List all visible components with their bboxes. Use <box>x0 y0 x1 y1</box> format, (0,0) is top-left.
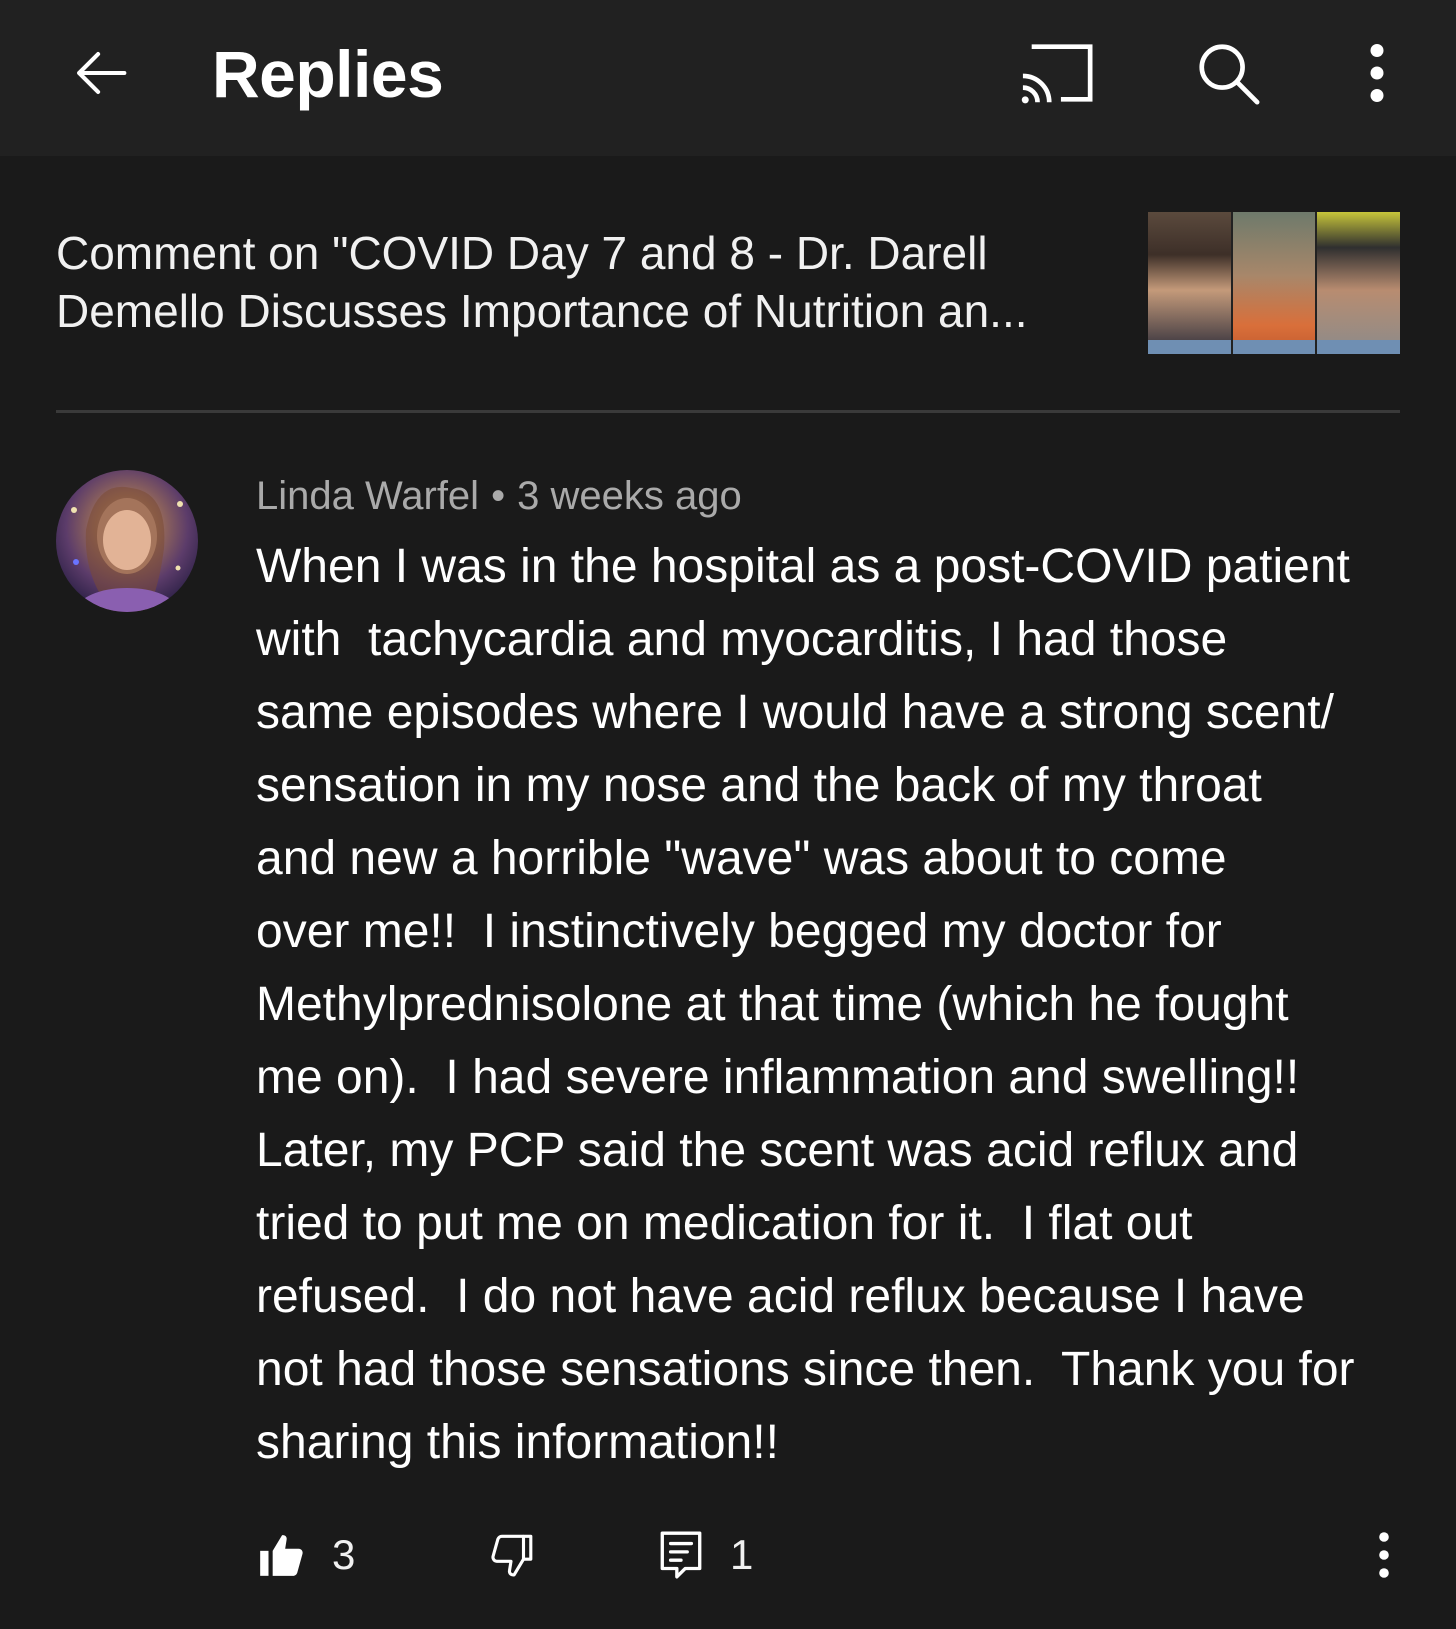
comment-line: and new a horrible "wave" was about to c… <box>256 832 1227 885</box>
thumbnail-panel <box>1317 212 1400 354</box>
comment-line: tried to put me on medication for it. I … <box>256 1197 1193 1250</box>
top-app-bar: Replies <box>0 0 1456 156</box>
video-context-title[interactable]: Comment on "COVID Day 7 and 8 - Dr. Dare… <box>56 224 1116 340</box>
comment-line: Later, my PCP said the scent was acid re… <box>256 1124 1299 1177</box>
thumb-up-icon <box>260 1535 303 1576</box>
arrow-left-icon <box>77 52 127 94</box>
thumb-down-icon <box>491 1534 533 1577</box>
search-icon <box>1199 44 1260 105</box>
avatar-image <box>71 486 183 612</box>
comment-line: not had those sensations since then. Tha… <box>256 1343 1355 1396</box>
comment-line: over me!! I instinctively begged my doct… <box>256 905 1222 958</box>
cast-icon <box>1021 44 1093 104</box>
replies-screen: Replies Comment on "COVID Day 7 and 8 - … <box>0 0 1456 1629</box>
comment-action-bar: 3 1 <box>256 1520 1416 1590</box>
reply-button[interactable] <box>656 1520 706 1590</box>
avatar[interactable] <box>56 470 198 612</box>
like-button[interactable] <box>256 1520 306 1590</box>
comment-line: me on). I had severe inflammation and sw… <box>256 1051 1300 1104</box>
thumbnail-panel <box>1232 212 1318 354</box>
search-button[interactable] <box>1180 28 1276 118</box>
dislike-button[interactable] <box>486 1520 536 1590</box>
comment-line: sensation in my nose and the back of my … <box>256 759 1262 812</box>
comment-author[interactable]: Linda Warfel <box>256 474 479 518</box>
divider <box>56 410 1400 413</box>
comment-line: sharing this information!! <box>256 1416 779 1469</box>
reply-count: 1 <box>730 1531 754 1578</box>
back-button[interactable] <box>56 28 146 118</box>
page-title: Replies <box>212 37 444 111</box>
more-vert-icon <box>1379 1532 1389 1578</box>
comment-line: Methylprednisolone at that time (which h… <box>256 978 1289 1031</box>
comment-meta: Linda Warfel • 3 weeks ago <box>256 468 742 524</box>
video-thumbnail[interactable] <box>1148 212 1400 354</box>
more-options-button[interactable] <box>1332 28 1422 118</box>
comment-line: When I was in the hospital as a post-COV… <box>256 540 1350 593</box>
comment-line: refused. I do not have acid reflux becau… <box>256 1270 1305 1323</box>
comment-more-button[interactable] <box>1376 1520 1392 1590</box>
thumbnail-panel <box>1148 212 1233 354</box>
like-count: 3 <box>332 1531 356 1578</box>
more-vert-icon <box>1370 44 1384 102</box>
comment-timestamp: 3 weeks ago <box>517 474 742 518</box>
comment-line: with tachycardia and myocarditis, I had … <box>256 613 1228 666</box>
cast-button[interactable] <box>1010 28 1106 118</box>
meta-separator: • <box>491 474 506 518</box>
comment-line: same episodes where I would have a stron… <box>256 686 1334 739</box>
comment-text: When I was in the hospital as a post-COV… <box>256 530 1436 1479</box>
reply-icon <box>660 1531 702 1579</box>
